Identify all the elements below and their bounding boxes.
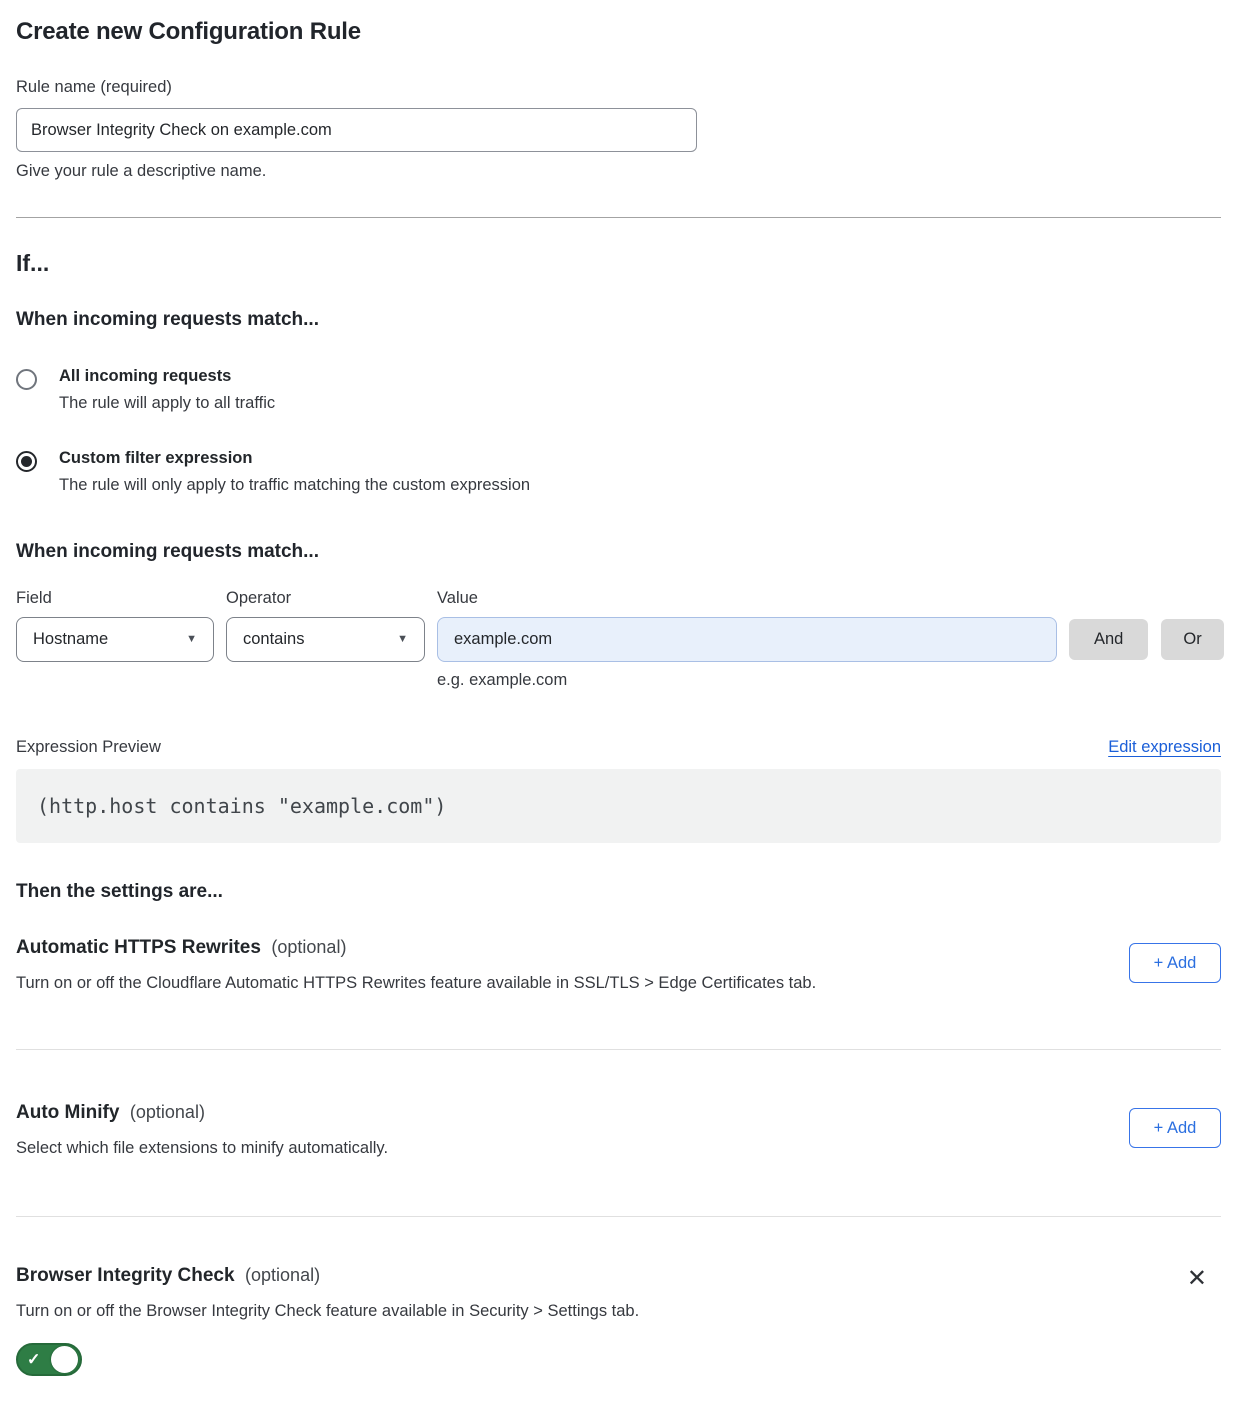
value-label: Value [437, 589, 1057, 608]
create-configuration-rule-form: Create new Configuration Rule Rule name … [0, 0, 1237, 1421]
then-heading: Then the settings are... [16, 881, 1221, 903]
option-label: Custom filter expression [59, 449, 530, 468]
setting-optional-tag: (optional) [245, 1265, 320, 1285]
option-description: The rule will apply to all traffic [59, 394, 275, 413]
value-hint: e.g. example.com [437, 671, 1057, 690]
match-heading: When incoming requests match... [16, 309, 1221, 331]
field-label: Field [16, 589, 214, 608]
setting-browser-integrity-check: Browser Integrity Check (optional) Turn … [16, 1217, 1221, 1381]
and-button[interactable]: And [1069, 619, 1148, 660]
setting-text: Auto Minify (optional) Select which file… [16, 1102, 388, 1158]
rule-name-input[interactable] [16, 108, 697, 152]
setting-optional-tag: (optional) [271, 937, 346, 957]
edit-expression-link[interactable]: Edit expression [1108, 738, 1221, 757]
field-select-value: Hostname [33, 630, 108, 649]
option-all-incoming-requests: All incoming requests The rule will appl… [16, 367, 1221, 413]
rule-name-label: Rule name (required) [16, 78, 1221, 97]
radio-all-incoming-requests[interactable] [16, 369, 37, 390]
setting-description: Select which file extensions to minify a… [16, 1139, 388, 1158]
setting-description: Turn on or off the Browser Integrity Che… [16, 1302, 639, 1321]
operator-select[interactable]: contains ▼ [226, 617, 425, 662]
add-automatic-https-rewrites-button[interactable]: + Add [1129, 943, 1221, 983]
value-column: Value e.g. example.com [437, 589, 1057, 690]
builder-heading: When incoming requests match... [16, 541, 1221, 563]
check-icon: ✓ [27, 1349, 40, 1369]
setting-description: Turn on or off the Cloudflare Automatic … [16, 974, 816, 993]
toggle-knob [51, 1346, 78, 1373]
value-input[interactable] [437, 617, 1057, 662]
expression-preview-code: (http.host contains "example.com") [16, 769, 1221, 843]
section-divider [16, 217, 1221, 218]
browser-integrity-check-toggle[interactable]: ✓ [16, 1343, 82, 1376]
operator-select-value: contains [243, 630, 304, 649]
if-heading: If... [16, 250, 1221, 277]
option-text: Custom filter expression The rule will o… [59, 449, 530, 495]
setting-text: Browser Integrity Check (optional) Turn … [16, 1265, 639, 1381]
rule-name-help: Give your rule a descriptive name. [16, 162, 1221, 181]
chevron-down-icon: ▼ [397, 634, 408, 645]
expression-preview-label: Expression Preview [16, 738, 161, 757]
setting-text: Automatic HTTPS Rewrites (optional) Turn… [16, 937, 816, 993]
option-description: The rule will only apply to traffic matc… [59, 476, 530, 495]
operator-label: Operator [226, 589, 425, 608]
option-custom-filter-expression: Custom filter expression The rule will o… [16, 449, 1221, 495]
expression-preview-header: Expression Preview Edit expression [16, 738, 1221, 757]
setting-title: Browser Integrity Check (optional) [16, 1265, 639, 1287]
radio-custom-filter-expression[interactable] [16, 451, 37, 472]
option-text: All incoming requests The rule will appl… [59, 367, 275, 413]
setting-name: Browser Integrity Check [16, 1265, 235, 1286]
option-label: All incoming requests [59, 367, 275, 386]
setting-title: Auto Minify (optional) [16, 1102, 388, 1124]
operator-column: Operator contains ▼ [226, 589, 425, 662]
setting-automatic-https-rewrites: Automatic HTTPS Rewrites (optional) Turn… [16, 937, 1221, 1050]
setting-name: Automatic HTTPS Rewrites [16, 937, 261, 958]
page-title: Create new Configuration Rule [16, 18, 1221, 46]
add-auto-minify-button[interactable]: + Add [1129, 1108, 1221, 1148]
setting-title: Automatic HTTPS Rewrites (optional) [16, 937, 816, 959]
close-icon[interactable]: ✕ [1187, 1267, 1207, 1291]
expression-builder-row: Field Hostname ▼ Operator contains ▼ Val… [16, 589, 1221, 690]
setting-auto-minify: Auto Minify (optional) Select which file… [16, 1050, 1221, 1217]
field-select[interactable]: Hostname ▼ [16, 617, 214, 662]
chevron-down-icon: ▼ [186, 634, 197, 645]
or-button[interactable]: Or [1161, 619, 1223, 660]
setting-optional-tag: (optional) [130, 1102, 205, 1122]
field-column: Field Hostname ▼ [16, 589, 214, 662]
setting-name: Auto Minify [16, 1102, 119, 1123]
